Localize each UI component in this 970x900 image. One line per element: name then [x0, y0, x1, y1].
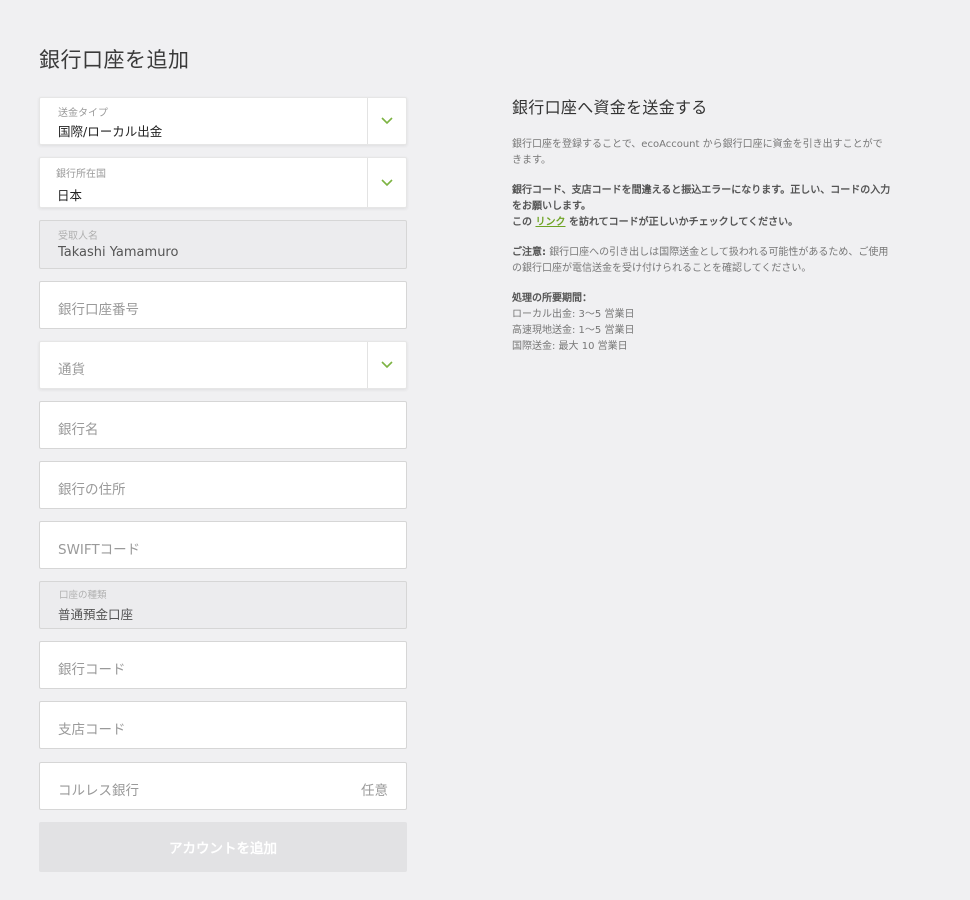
account-number-placeholder: 銀行口座番号: [58, 302, 139, 318]
chevron-down-icon: [381, 361, 393, 369]
info-panel: 銀行口座へ資金を送金する 銀行口座を登録することで、ecoAccount から銀…: [512, 94, 892, 355]
bank-country-dropdown-toggle[interactable]: [367, 158, 406, 207]
currency-placeholder: 通貨: [58, 362, 85, 378]
add-account-button[interactable]: アカウントを追加: [39, 822, 407, 872]
currency-select[interactable]: 通貨: [39, 341, 407, 389]
page-title: 銀行口座を追加: [39, 48, 190, 72]
processing-item: ローカル出金: 3〜5 営業日: [512, 309, 635, 320]
branch-code-placeholder: 支店コード: [58, 722, 126, 738]
bank-country-value: 日本: [57, 188, 83, 203]
code-check-link[interactable]: リンク: [535, 217, 565, 228]
transfer-type-select[interactable]: 送金タイプ 国際/ローカル出金: [39, 97, 407, 145]
info-title: 銀行口座へ資金を送金する: [512, 98, 708, 117]
transfer-type-dropdown-toggle[interactable]: [367, 98, 406, 144]
correspondent-bank-placeholder: コルレス銀行: [58, 783, 139, 799]
link-prefix: この: [512, 217, 532, 228]
processing-item: 高速現地送金: 1〜5 営業日: [512, 325, 635, 336]
processing-item: 国際送金: 最大 10 営業日: [512, 341, 628, 352]
add-bank-account-form: 送金タイプ 国際/ローカル出金 銀行所在国 日本 受取人名 Takashi Ya…: [39, 97, 407, 872]
swift-code-placeholder: SWIFTコード: [58, 542, 141, 558]
transfer-type-value: 国際/ローカル出金: [58, 124, 163, 139]
recipient-name-value: Takashi Yamamuro: [58, 245, 179, 260]
optional-tag: 任意: [361, 783, 388, 799]
recipient-name-label: 受取人名: [58, 231, 98, 242]
link-suffix: を訪れてコードが正しいかチェックしてください。: [568, 217, 799, 228]
account-number-input[interactable]: 銀行口座番号: [39, 281, 407, 329]
chevron-down-icon: [381, 117, 393, 125]
bank-code-placeholder: 銀行コード: [58, 662, 126, 678]
info-caution: ご注意: 銀行口座への引き出しは国際送金として扱われる可能性があるため、ご使用の…: [512, 245, 892, 277]
recipient-name-field: 受取人名 Takashi Yamamuro: [39, 220, 407, 269]
account-type-label: 口座の種類: [59, 590, 107, 601]
caution-text: 銀行口座への引き出しは国際送金として扱われる可能性があるため、ご使用の銀行口座が…: [512, 247, 889, 274]
info-intro: 銀行口座を登録することで、ecoAccount から銀行口座に資金を引き出すこと…: [512, 139, 883, 166]
bank-address-placeholder: 銀行の住所: [58, 482, 126, 498]
info-link-line: この リンク を訪れてコードが正しいかチェックしてください。: [512, 215, 892, 231]
currency-dropdown-toggle[interactable]: [367, 342, 406, 388]
processing-title: 処理の所要期間：: [512, 293, 592, 304]
chevron-down-icon: [381, 178, 393, 186]
caution-label: ご注意:: [512, 247, 546, 258]
bank-country-label: 銀行所在国: [56, 169, 106, 180]
branch-code-input[interactable]: 支店コード: [39, 701, 407, 749]
info-warning: 銀行コード、支店コードを間違えると振込エラーになります。正しい、コードの入力をお…: [512, 185, 891, 212]
bank-name-placeholder: 銀行名: [58, 422, 99, 438]
account-type-field: 口座の種類 普通預金口座: [39, 581, 407, 629]
bank-country-select[interactable]: 銀行所在国 日本: [39, 157, 407, 208]
bank-code-input[interactable]: 銀行コード: [39, 641, 407, 689]
bank-name-input[interactable]: 銀行名: [39, 401, 407, 449]
correspondent-bank-input[interactable]: コルレス銀行 任意: [39, 762, 407, 810]
transfer-type-label: 送金タイプ: [58, 108, 108, 119]
account-type-value: 普通預金口座: [58, 607, 134, 622]
swift-code-input[interactable]: SWIFTコード: [39, 521, 407, 569]
bank-address-input[interactable]: 銀行の住所: [39, 461, 407, 509]
